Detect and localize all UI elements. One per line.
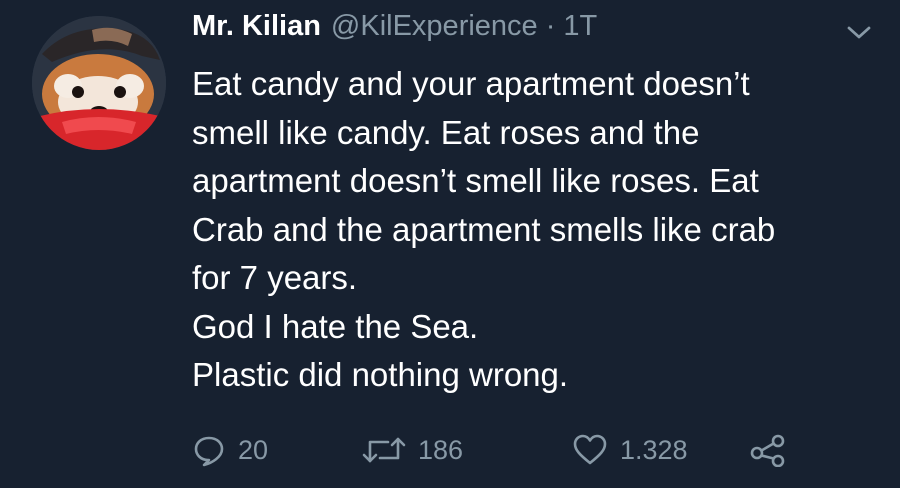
heart-icon (572, 433, 608, 467)
tweet-text-line: Eat candy and your apartment doesn’t (192, 65, 750, 102)
display-name[interactable]: Mr. Kilian (192, 10, 321, 43)
avatar[interactable] (32, 16, 166, 150)
share-button[interactable] (748, 433, 788, 467)
reply-bubble-icon (192, 433, 226, 467)
user-handle[interactable]: @KilExperience (331, 10, 538, 43)
retweet-button[interactable]: 186 (362, 433, 572, 467)
tweet-text-line: Plastic did nothing wrong. (192, 356, 569, 393)
tweet-text: Eat candy and your apartment doesn’t sme… (192, 60, 872, 400)
like-count: 1.328 (620, 434, 688, 465)
tweet-header: Mr. Kilian @KilExperience · 1T (192, 10, 597, 56)
share-nodes-icon (748, 433, 788, 467)
tweet-text-line: smell like candy. Eat roses and the (192, 113, 700, 151)
tweet-text-line: for 7 years. (192, 259, 358, 296)
separator-dot: · (545, 10, 556, 42)
red-panda-avatar-image (32, 16, 166, 150)
tweet-text-line: God I hate the Sea. (192, 307, 479, 345)
like-button[interactable]: 1.328 (572, 433, 748, 467)
tweet-card: Mr. Kilian @KilExperience · 1T Eat candy… (0, 0, 900, 488)
reply-count: 20 (238, 434, 269, 465)
chevron-down-icon[interactable] (846, 24, 872, 42)
reply-button[interactable]: 20 (192, 433, 362, 467)
tweet-timestamp[interactable]: 1T (563, 10, 597, 43)
retweet-count: 186 (418, 434, 464, 465)
retweet-icon (362, 433, 406, 467)
tweet-actions: 20 186 1.328 (192, 428, 788, 472)
tweet-text-line: Crab and the apartment smells like crab (192, 210, 776, 248)
tweet-text-line: apartment doesn’t smell like roses. Eat (192, 162, 759, 199)
